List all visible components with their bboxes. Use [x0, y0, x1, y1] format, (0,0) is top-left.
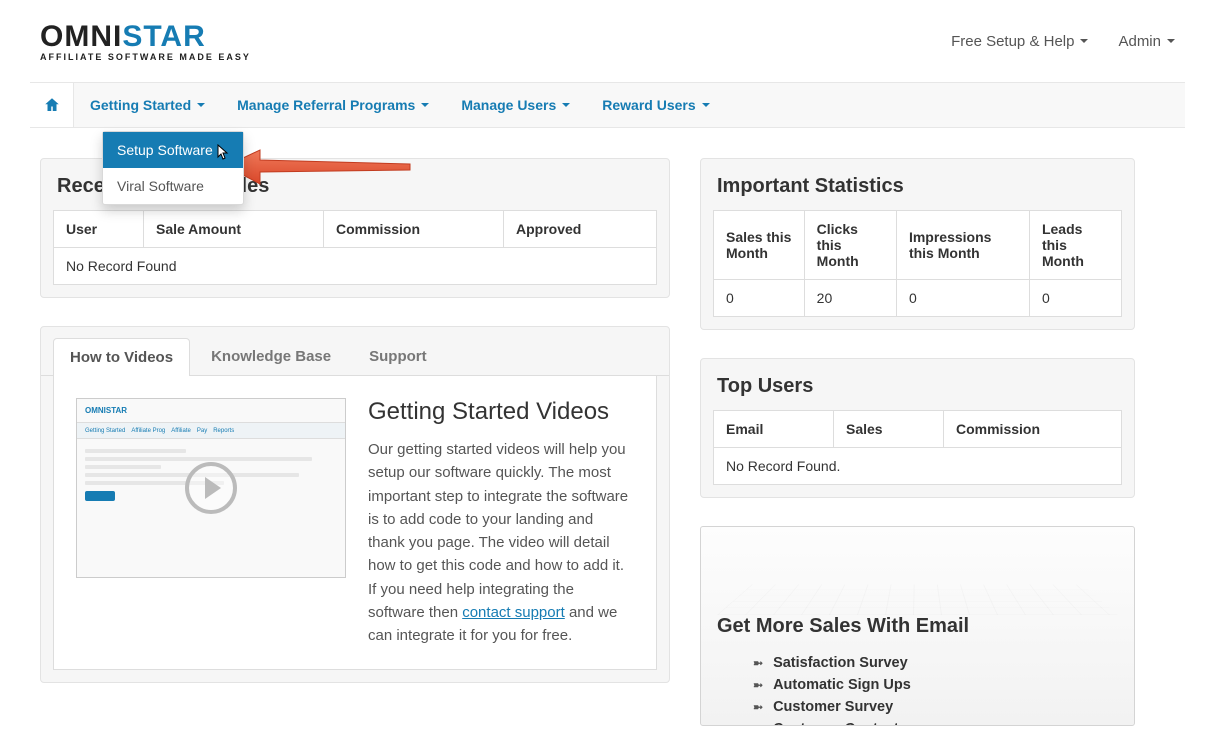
promo-item-label: Customer Contest	[773, 721, 899, 726]
no-record-cell: No Record Found	[54, 248, 657, 285]
video-thumbnail[interactable]: OMNISTAR Getting StartedAffiliate ProgAf…	[76, 398, 346, 578]
promo-list: ➼ Satisfaction Survey ➼ Automatic Sign Ups…	[717, 652, 1118, 726]
nav-manage-users-label: Manage Users	[461, 97, 556, 113]
caret-icon	[562, 103, 570, 107]
table-row: 0 20 0 0	[714, 280, 1122, 317]
admin-menu[interactable]: Admin	[1118, 33, 1175, 50]
promo-item-label: Satisfaction Survey	[773, 655, 908, 671]
top-users-panel: Top Users Email Sales Commission No Reco…	[700, 358, 1135, 498]
list-item: ➼ Satisfaction Survey	[753, 652, 1118, 674]
table-row: No Record Found	[54, 248, 657, 285]
col-user: User	[54, 211, 144, 248]
caret-icon	[1080, 39, 1088, 43]
tab-content: OMNISTAR Getting StartedAffiliate ProgAf…	[53, 376, 657, 670]
video-description: Getting Started Videos Our getting start…	[368, 398, 634, 647]
stats-table: Sales this Month Clicks this Month Impre…	[713, 210, 1122, 317]
col-sale-amount: Sale Amount	[144, 211, 324, 248]
tab-knowledge-base[interactable]: Knowledge Base	[194, 337, 348, 375]
nav-manage-users[interactable]: Manage Users	[445, 83, 586, 127]
col-email: Email	[714, 411, 834, 448]
play-icon	[185, 462, 237, 514]
val-sales: 0	[714, 280, 805, 317]
table-header-row: Email Sales Commission	[714, 411, 1122, 448]
val-leads: 0	[1029, 280, 1121, 317]
help-menu[interactable]: Free Setup & Help	[951, 33, 1088, 50]
nav-reward-users[interactable]: Reward Users	[586, 83, 725, 127]
top-users-table: Email Sales Commission No Record Found.	[713, 410, 1122, 485]
col-commission: Commission	[944, 411, 1122, 448]
caret-icon	[1167, 39, 1175, 43]
col-impressions-month: Impressions this Month	[896, 211, 1029, 280]
dropdown-viral-label: Viral Software	[117, 178, 204, 194]
table-row: No Record Found.	[714, 448, 1122, 485]
val-clicks: 20	[804, 280, 896, 317]
top-users-title: Top Users	[717, 375, 1118, 398]
stats-title: Important Statistics	[717, 175, 1118, 198]
list-item: ➼ Customer Contest	[753, 718, 1118, 726]
home-button[interactable]	[30, 83, 74, 127]
nav-getting-started[interactable]: Getting Started	[74, 83, 221, 127]
table-header-row: Sales this Month Clicks this Month Impre…	[714, 211, 1122, 280]
col-commission: Commission	[324, 211, 504, 248]
logo-tagline: AFFILIATE SOFTWARE MADE EASY	[40, 52, 251, 62]
caret-icon	[197, 103, 205, 107]
dropdown-viral-software[interactable]: Viral Software	[103, 168, 243, 204]
no-record-cell: No Record Found.	[714, 448, 1122, 485]
col-clicks-month: Clicks this Month	[804, 211, 896, 280]
help-menu-label: Free Setup & Help	[951, 33, 1074, 50]
arrow-bullet-icon: ➼	[753, 678, 763, 692]
nav-reward-users-label: Reward Users	[602, 97, 695, 113]
list-item: ➼ Customer Survey	[753, 696, 1118, 718]
logo[interactable]: OMNISTAR AFFILIATE SOFTWARE MADE EASY	[40, 20, 251, 62]
table-header-row: User Sale Amount Commission Approved	[54, 211, 657, 248]
admin-menu-label: Admin	[1118, 33, 1161, 50]
tab-how-to-videos[interactable]: How to Videos	[53, 338, 190, 376]
dropdown-setup-software[interactable]: Setup Software	[103, 132, 243, 168]
caret-icon	[702, 103, 710, 107]
arrow-bullet-icon: ➼	[753, 700, 763, 714]
caret-icon	[421, 103, 429, 107]
nav-getting-started-label: Getting Started	[90, 97, 191, 113]
top-right-menu: Free Setup & Help Admin	[951, 33, 1175, 50]
tab-support[interactable]: Support	[352, 337, 444, 375]
promo-panel[interactable]: Get More Sales With Email ➼ Satisfaction …	[700, 526, 1135, 726]
getting-started-dropdown: Setup Software Viral Software	[102, 131, 244, 205]
recent-sales-table: User Sale Amount Commission Approved No …	[53, 210, 657, 285]
help-tabs-panel: How to Videos Knowledge Base Support OMN…	[40, 326, 670, 683]
arrow-bullet-icon: ➼	[753, 656, 763, 670]
col-approved: Approved	[504, 211, 657, 248]
cursor-icon	[217, 144, 231, 163]
logo-omni: OMNI	[40, 20, 122, 53]
video-body-a: Our getting started videos will help you…	[368, 441, 628, 621]
promo-floor-decoration	[717, 584, 1118, 615]
contact-support-link[interactable]: contact support	[462, 604, 565, 621]
list-item: ➼ Automatic Sign Ups	[753, 674, 1118, 696]
nav-manage-programs[interactable]: Manage Referral Programs	[221, 83, 445, 127]
promo-item-label: Automatic Sign Ups	[773, 677, 911, 693]
video-panel-heading: Getting Started Videos	[368, 398, 634, 426]
promo-item-label: Customer Survey	[773, 699, 893, 715]
home-icon	[43, 96, 61, 114]
arrow-bullet-icon: ➼	[753, 722, 763, 726]
tab-strip: How to Videos Knowledge Base Support	[41, 327, 669, 376]
stats-panel: Important Statistics Sales this Month Cl…	[700, 158, 1135, 330]
col-sales-month: Sales this Month	[714, 211, 805, 280]
logo-star: STAR	[122, 20, 205, 53]
col-sales: Sales	[834, 411, 944, 448]
nav-manage-programs-label: Manage Referral Programs	[237, 97, 415, 113]
val-impressions: 0	[896, 280, 1029, 317]
col-leads-month: Leads this Month	[1029, 211, 1121, 280]
topbar: OMNISTAR AFFILIATE SOFTWARE MADE EASY Fr…	[0, 0, 1215, 82]
promo-title: Get More Sales With Email	[717, 615, 1118, 638]
main-navbar: Getting Started Manage Referral Programs…	[30, 82, 1185, 128]
dropdown-setup-label: Setup Software	[117, 142, 213, 158]
